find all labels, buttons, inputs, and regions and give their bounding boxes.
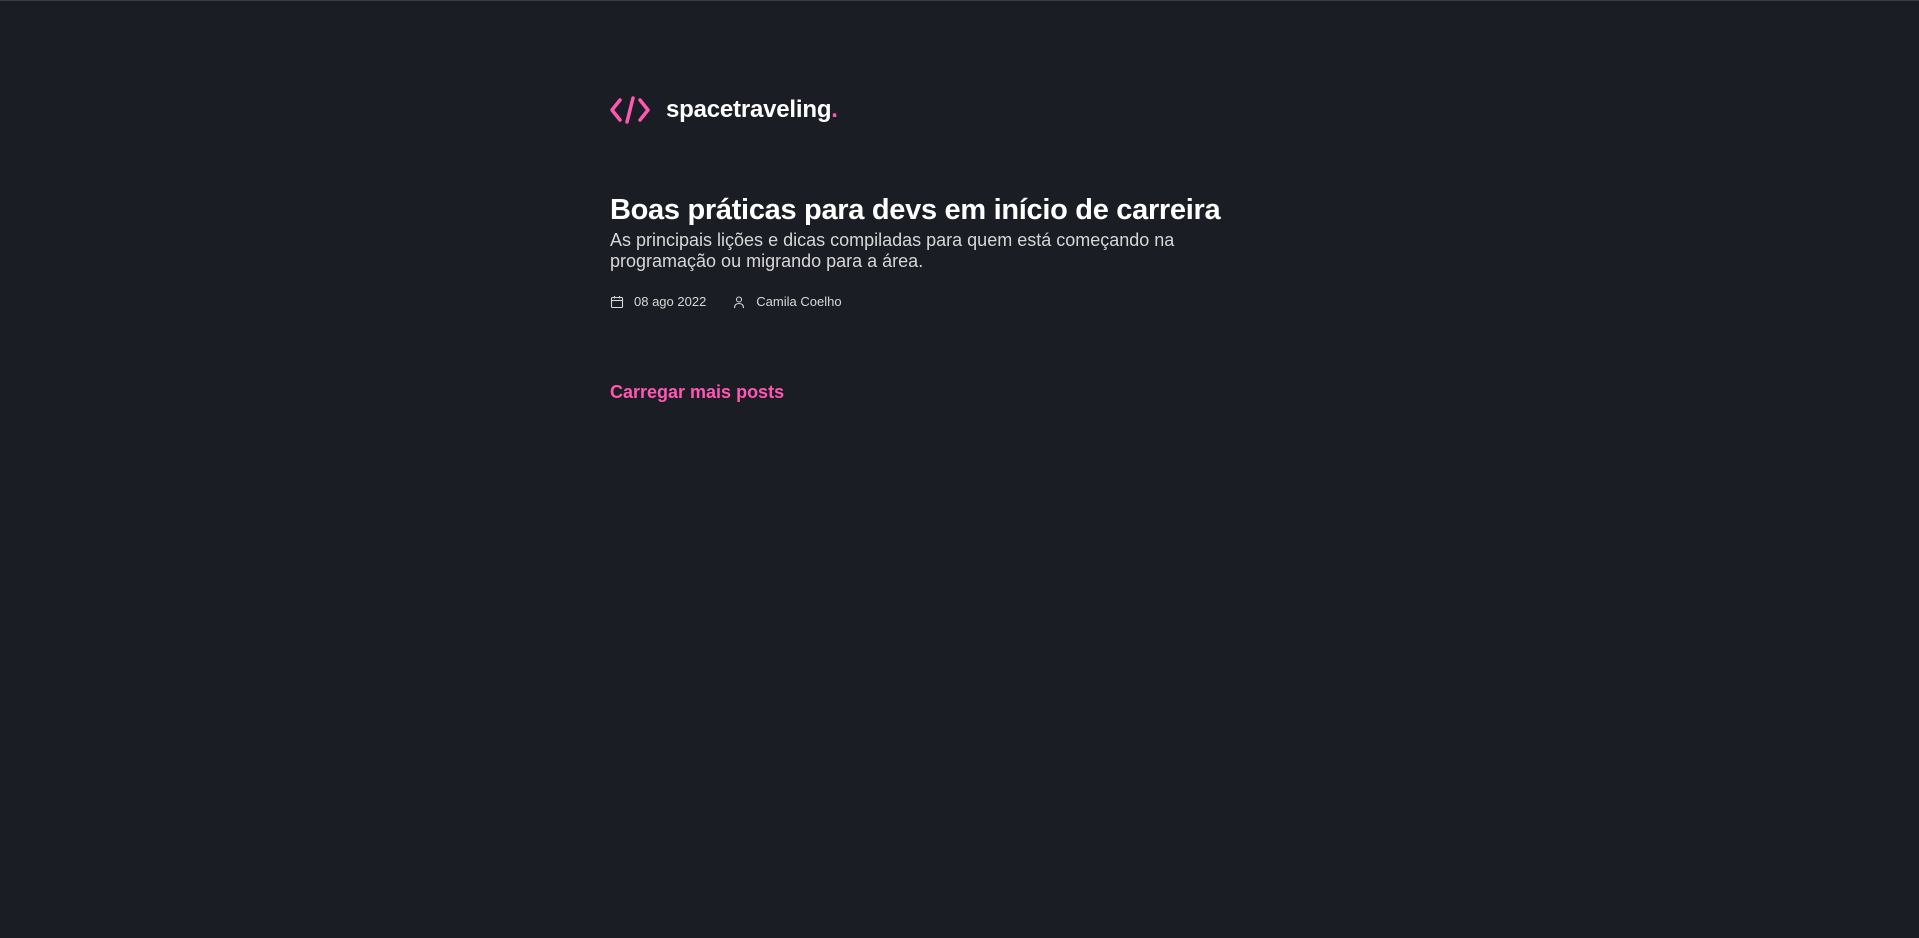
code-brackets-icon [610,96,650,124]
logo-text: spacetraveling [666,96,832,123]
post-info: 08 ago 2022 Camila Coelho [610,294,1310,309]
post-title[interactable]: Boas práticas para devs em início de car… [610,192,1310,228]
user-icon [732,295,746,309]
window-top-border [0,0,1919,1]
calendar-icon [610,295,624,309]
post-subtitle: As principais lições e dicas compiladas … [610,230,1175,271]
post-item[interactable]: Boas práticas para devs em início de car… [610,192,1310,309]
site-logo[interactable]: spacetraveling. [610,96,838,124]
post-date: 08 ago 2022 [610,294,706,309]
load-more-button[interactable]: Carregar mais posts [610,382,784,403]
post-date-text: 08 ago 2022 [634,294,707,309]
post-author-text: Camila Coelho [756,294,842,309]
post-author: Camila Coelho [732,294,842,309]
logo-dot: . [831,96,838,123]
